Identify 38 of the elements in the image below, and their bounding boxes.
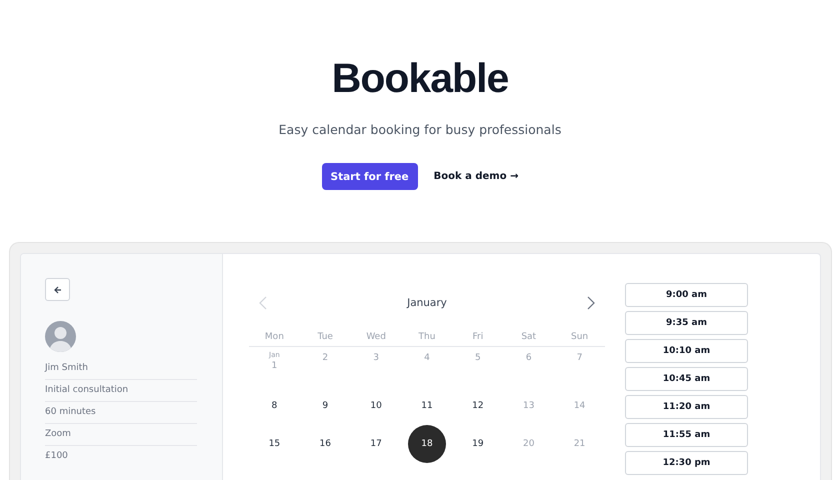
- day-button[interactable]: 18: [408, 425, 446, 463]
- day-button[interactable]: 16: [306, 425, 344, 463]
- day-button[interactable]: 15: [255, 425, 294, 463]
- tagline: Easy calendar booking for busy professionals: [278, 122, 562, 137]
- weekday-label: Fri: [452, 310, 504, 347]
- day-button[interactable]: 17: [357, 425, 396, 463]
- time-slot-button[interactable]: 10:45 am: [625, 367, 748, 391]
- time-slot-button[interactable]: 11:55 am: [625, 423, 748, 447]
- day-button[interactable]: 8: [255, 387, 294, 425]
- day-button[interactable]: 11: [408, 387, 446, 425]
- weekday-label: Sun: [554, 310, 605, 347]
- time-slot-button[interactable]: 9:35 am: [625, 311, 748, 335]
- demo-link[interactable]: Book a demo →: [434, 171, 518, 182]
- detail-row: 60 minutes: [45, 402, 197, 424]
- weekday-label: Mon: [249, 310, 300, 347]
- weekday-label: Tue: [300, 310, 351, 347]
- month-label: January: [407, 297, 447, 309]
- time-slot-button[interactable]: 9:00 am: [625, 283, 748, 307]
- time-slot-button[interactable]: 12:30 pm: [625, 451, 748, 475]
- weekday-label: Wed: [350, 310, 402, 347]
- detail-row: Jim Smith: [45, 358, 197, 380]
- next-month-button[interactable]: [587, 296, 595, 310]
- back-arrow-icon: [54, 286, 62, 294]
- time-slot-button[interactable]: 11:20 am: [625, 395, 748, 419]
- detail-row-text: £100: [45, 450, 69, 463]
- avatar: [45, 321, 76, 352]
- start-button[interactable]: Start for free: [322, 163, 418, 190]
- weekday-label: Thu: [402, 310, 452, 347]
- day-button[interactable]: 12: [458, 387, 497, 425]
- detail-row: Zoom: [45, 424, 197, 446]
- brand-title: Bookable: [332, 54, 508, 102]
- weekday-label: Sat: [503, 310, 554, 347]
- day-button[interactable]: 10: [357, 387, 396, 425]
- time-slot-button[interactable]: 10:10 am: [625, 339, 748, 363]
- detail-row: Initial consultation: [45, 380, 197, 402]
- back-button[interactable]: [45, 278, 70, 301]
- day-button[interactable]: 9: [306, 387, 344, 425]
- day-button[interactable]: 19: [458, 425, 497, 463]
